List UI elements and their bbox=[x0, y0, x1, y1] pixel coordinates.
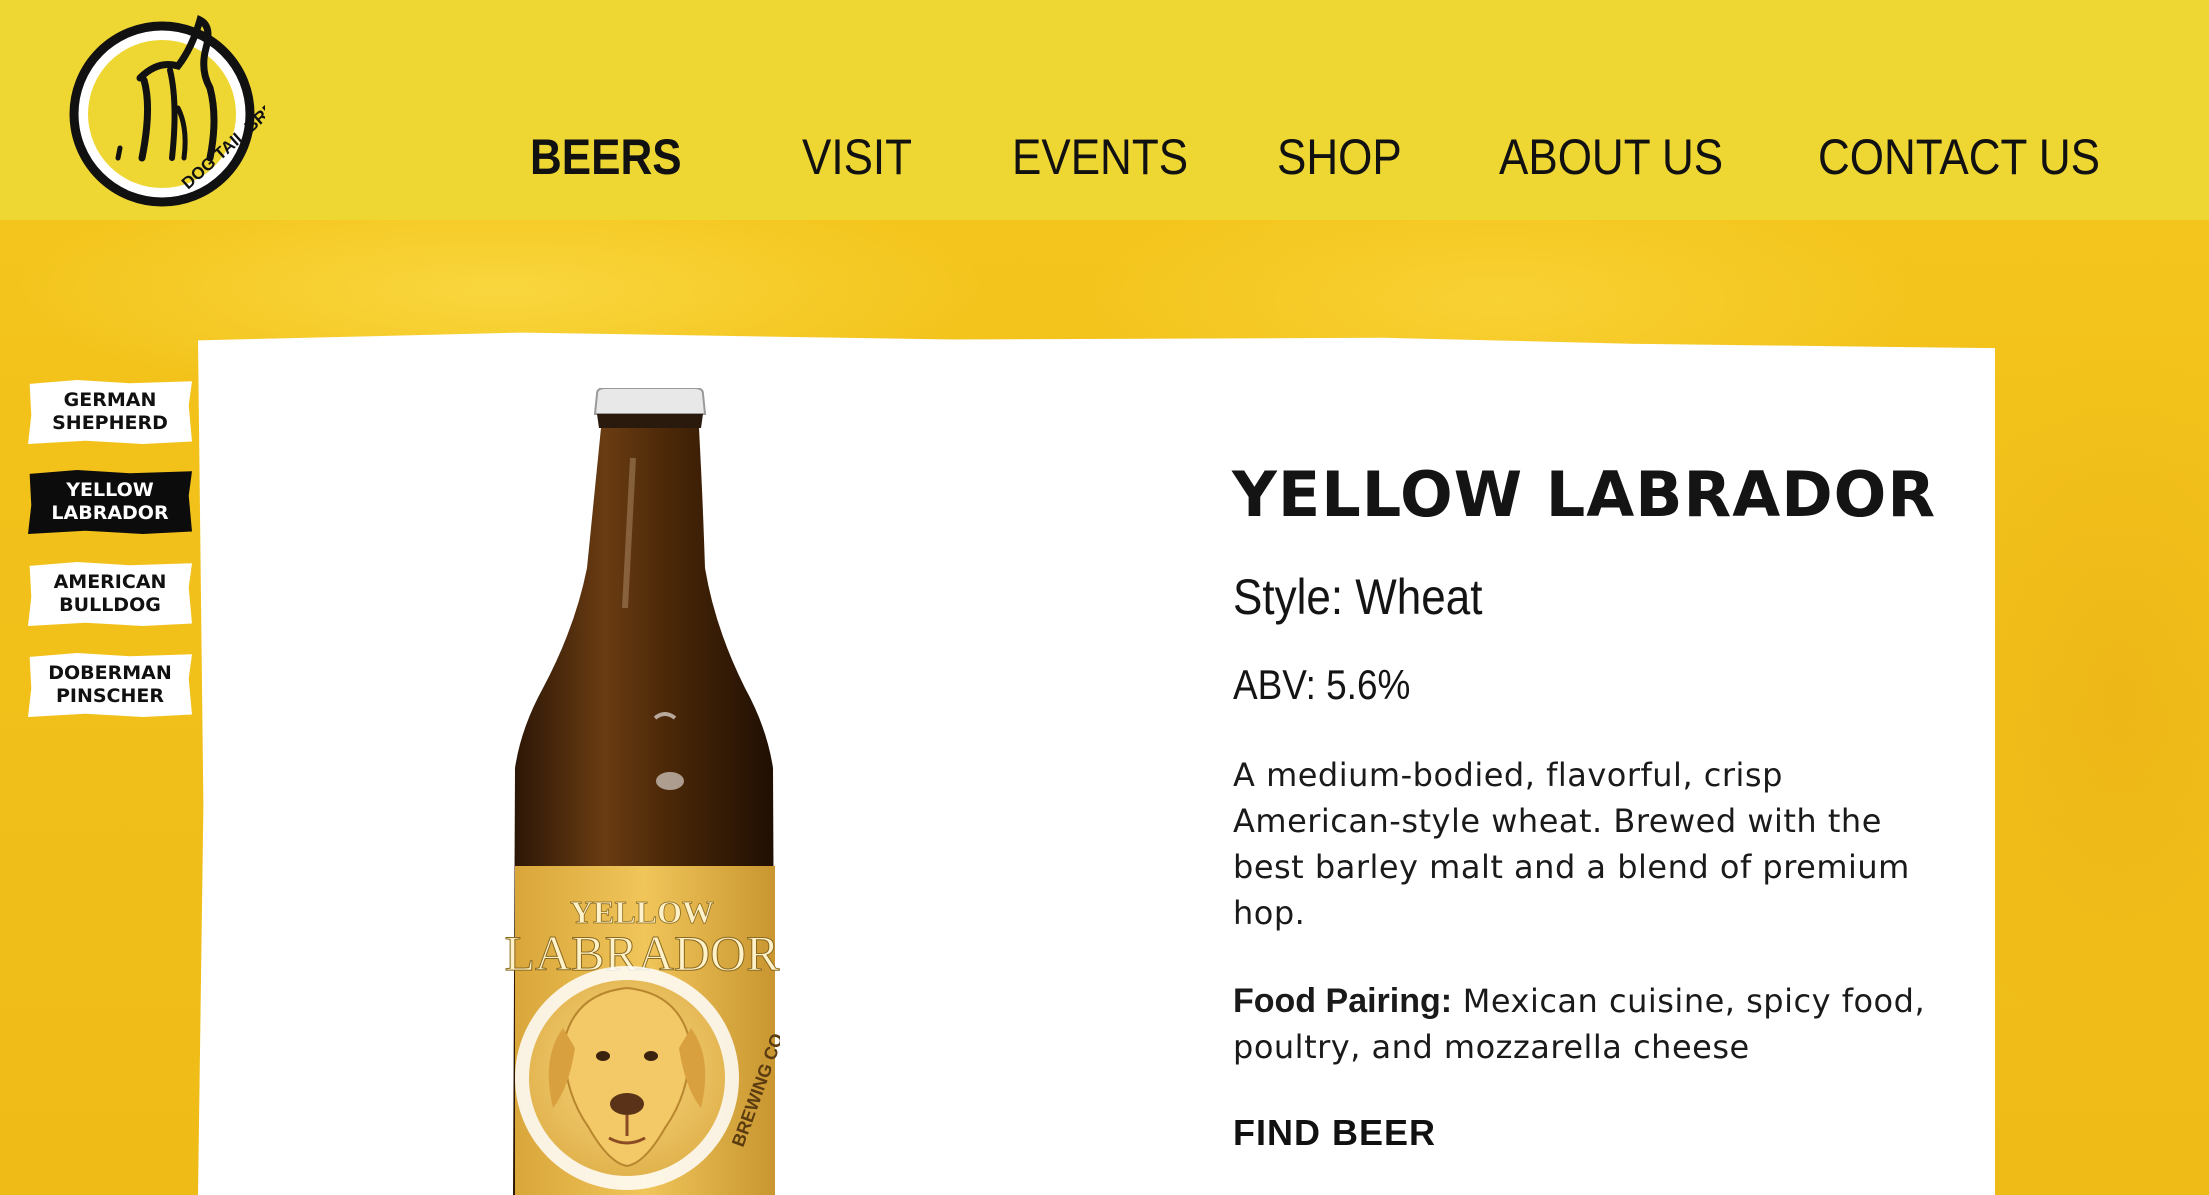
beer-tab-line1: YELLOW bbox=[66, 479, 154, 501]
beer-tab-line2: PINSCHER bbox=[55, 685, 165, 707]
nav-shop[interactable]: SHOP bbox=[1277, 128, 1402, 186]
food-pairing: Food Pairing: Mexican cuisine, spicy foo… bbox=[1233, 978, 1933, 1070]
site-header: DOG TAIL BREWING CO. BEERS VISIT EVENTS … bbox=[0, 0, 2209, 220]
beer-bottle-image: YELLOW LABRADOR BREWING CO. bbox=[505, 388, 780, 1195]
nav-visit[interactable]: VISIT bbox=[802, 128, 912, 186]
nav-about-us[interactable]: ABOUT US bbox=[1499, 128, 1723, 186]
beer-tab-line1: GERMAN bbox=[63, 389, 157, 411]
beer-tab-doberman-pinscher[interactable]: DOBERMAN PINSCHER bbox=[28, 653, 192, 717]
beer-tab-line1: AMERICAN bbox=[53, 571, 167, 593]
beer-tab-yellow-labrador[interactable]: YELLOW LABRADOR bbox=[28, 470, 192, 534]
beer-name: YELLOW LABRADOR bbox=[1232, 458, 1937, 531]
beer-abv: ABV: 5.6% bbox=[1233, 661, 1411, 708]
nav-beers[interactable]: BEERS bbox=[530, 128, 682, 186]
find-beer-link[interactable]: FIND BEER bbox=[1233, 1112, 1436, 1154]
beer-description: A medium-bodied, flavorful, crisp Americ… bbox=[1233, 756, 1910, 932]
beer-tab-american-bulldog[interactable]: AMERICAN BULLDOG bbox=[28, 562, 192, 626]
beer-tab-line1: DOBERMAN bbox=[48, 662, 172, 684]
dog-tail-logo[interactable]: DOG TAIL BREWING CO. bbox=[60, 8, 265, 213]
nav-contact-us[interactable]: CONTACT US bbox=[1818, 128, 2100, 186]
beer-tab-german-shepherd[interactable]: GERMAN SHEPHERD bbox=[28, 380, 192, 444]
beer-tab-line2: SHEPHERD bbox=[52, 412, 168, 434]
beer-tab-line2: BULLDOG bbox=[59, 594, 161, 616]
food-pairing-label: Food Pairing: bbox=[1233, 982, 1453, 1020]
beer-tab-line2: LABRADOR bbox=[51, 502, 169, 524]
nav-events[interactable]: EVENTS bbox=[1012, 128, 1188, 186]
beer-style: Style: Wheat bbox=[1233, 569, 1483, 625]
